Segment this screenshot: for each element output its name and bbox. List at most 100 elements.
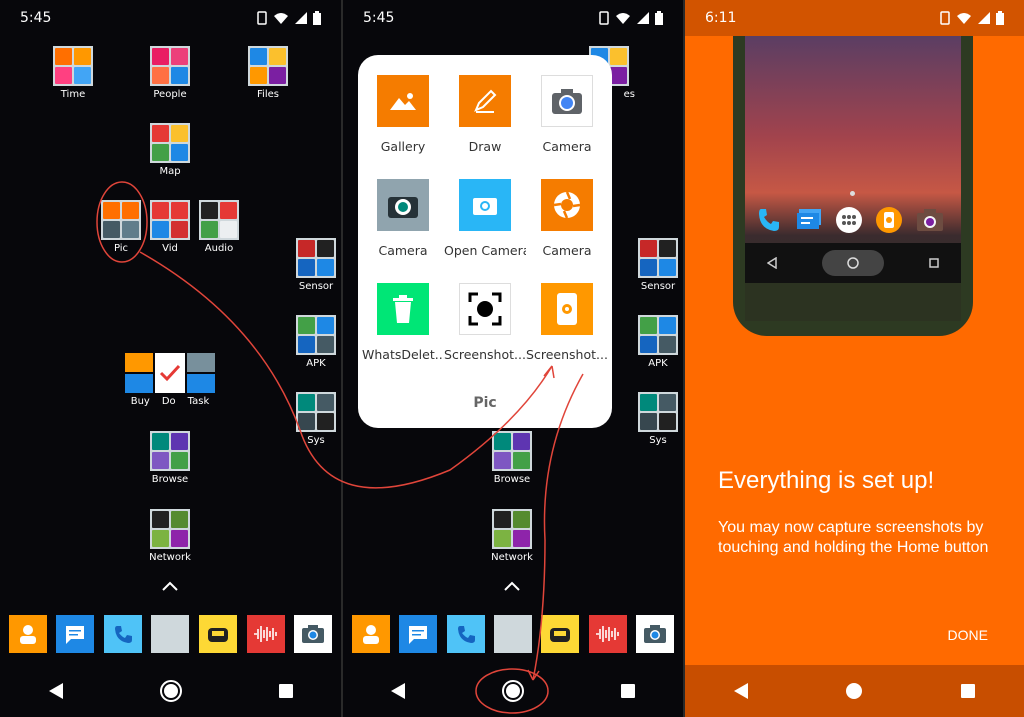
people-folder-tile xyxy=(150,46,190,86)
folder-open-panel: 5:45 es Sensor APK Sys Browse Network Ga… xyxy=(343,0,683,717)
home-button-icon[interactable] xyxy=(159,679,183,703)
camera-app-icon[interactable] xyxy=(636,615,675,653)
sys-folder-tile xyxy=(296,392,336,432)
network-folder[interactable]: Network xyxy=(484,509,540,563)
battery-icon xyxy=(655,11,663,25)
success-title: Everything is set up! xyxy=(718,467,935,494)
navigation-bar xyxy=(343,665,683,717)
sys-folder[interactable]: Sys xyxy=(288,392,341,446)
recorder-app-icon[interactable] xyxy=(246,615,285,653)
app-drawer-chevron-icon[interactable] xyxy=(504,576,520,595)
browse-label: Browse xyxy=(493,474,531,485)
sensor-folder[interactable]: Sensor xyxy=(288,238,341,292)
contacts-app-icon[interactable] xyxy=(8,615,47,653)
dock xyxy=(343,615,683,653)
phone-app-icon[interactable] xyxy=(103,615,142,653)
taxi-app-icon[interactable] xyxy=(199,615,238,653)
trash-icon xyxy=(377,283,429,335)
folder-title[interactable]: Pic xyxy=(358,395,612,411)
signal-icon xyxy=(295,12,307,24)
map-folder[interactable]: Map xyxy=(142,123,198,177)
status-bar: 6:11 xyxy=(685,0,1024,36)
pic-folder-popup: Gallery Draw Camera Camera Open Camera C… xyxy=(358,55,612,428)
recents-button-icon[interactable] xyxy=(620,683,636,699)
camera-label-3: Camera xyxy=(542,243,592,258)
do-label: Do xyxy=(161,396,176,407)
wifi-icon xyxy=(957,13,971,24)
browse-folder[interactable]: Browse xyxy=(142,431,198,485)
back-button-icon[interactable] xyxy=(733,682,749,700)
recents-button-icon[interactable] xyxy=(960,683,976,699)
people-folder[interactable]: People xyxy=(142,46,198,100)
phone-icon xyxy=(257,11,267,25)
whatsdeleted-app[interactable]: WhatsDelet... xyxy=(362,283,444,362)
camera-app-3[interactable]: Camera xyxy=(526,179,608,258)
pic-folder[interactable]: Pic xyxy=(93,200,149,254)
contacts-app-icon[interactable] xyxy=(351,615,390,653)
buy-tile xyxy=(125,353,153,393)
camera-app-icon[interactable] xyxy=(294,615,333,653)
network-folder[interactable]: Network xyxy=(142,509,198,563)
gallery-icon xyxy=(377,75,429,127)
back-button-icon[interactable] xyxy=(390,682,406,700)
taxi-app-icon[interactable] xyxy=(541,615,580,653)
app-drawer-chevron-icon[interactable] xyxy=(162,576,178,595)
home-button-icon[interactable] xyxy=(845,682,863,700)
phone-illustration xyxy=(733,36,973,336)
time-folder[interactable]: Time xyxy=(45,46,101,100)
status-icons xyxy=(599,11,663,25)
social-folder-icon[interactable] xyxy=(151,615,190,653)
browse-label: Browse xyxy=(151,474,189,485)
screenshot-app-2[interactable]: Screenshot... xyxy=(526,283,608,362)
camera-app-2[interactable]: Camera xyxy=(362,179,444,258)
screenshot-app-1[interactable]: Screenshot... xyxy=(444,283,526,362)
gallery-app[interactable]: Gallery xyxy=(362,75,444,154)
vid-folder[interactable]: Vid xyxy=(142,200,198,254)
check-icon xyxy=(159,364,181,382)
browse-folder[interactable]: Browse xyxy=(484,431,540,485)
status-bar: 5:45 xyxy=(343,0,683,36)
sensor-folder[interactable]: Sensor xyxy=(630,238,683,292)
pencil-icon xyxy=(459,75,511,127)
files-label: Files xyxy=(257,89,279,100)
camera-icon xyxy=(917,209,943,231)
apk-folder[interactable]: APK xyxy=(288,315,341,369)
screenshot-frame-icon xyxy=(459,283,511,335)
social-folder-icon[interactable] xyxy=(493,615,532,653)
task-tile xyxy=(187,353,215,393)
recorder-app-icon[interactable] xyxy=(588,615,627,653)
task-label: Task xyxy=(187,396,210,407)
apk-folder-tile xyxy=(296,315,336,355)
network-folder-tile xyxy=(492,509,532,549)
draw-app[interactable]: Draw xyxy=(444,75,526,154)
status-time: 5:45 xyxy=(363,10,395,26)
screenshot-label-2: Screenshot... xyxy=(526,347,608,362)
buy-do-task-widget[interactable]: Buy Do Task xyxy=(118,353,222,407)
apk-folder[interactable]: APK xyxy=(630,315,683,369)
sys-folder[interactable]: Sys xyxy=(630,392,683,446)
messages-app-icon[interactable] xyxy=(399,615,438,653)
home-button-icon[interactable] xyxy=(501,679,525,703)
files-folder[interactable]: Files xyxy=(240,46,296,100)
done-button[interactable]: DONE xyxy=(948,627,988,643)
camera-app-1[interactable]: Camera xyxy=(526,75,608,154)
status-icons xyxy=(257,11,321,25)
back-button-icon[interactable] xyxy=(48,682,64,700)
vid-folder-tile xyxy=(150,200,190,240)
recents-button-icon[interactable] xyxy=(278,683,294,699)
app-drawer-icon xyxy=(836,207,862,233)
sensor-label: Sensor xyxy=(640,281,676,292)
messages-app-icon[interactable] xyxy=(56,615,95,653)
gallery-label: Gallery xyxy=(380,139,426,154)
phone-app-icon[interactable] xyxy=(446,615,485,653)
navigation-bar xyxy=(0,665,341,717)
map-label: Map xyxy=(159,166,181,177)
phone-navbar-illustration xyxy=(745,243,961,283)
audio-folder[interactable]: Audio xyxy=(191,200,247,254)
status-time: 6:11 xyxy=(705,10,737,26)
browse-folder-tile xyxy=(150,431,190,471)
audio-folder-tile xyxy=(199,200,239,240)
aperture-icon xyxy=(541,179,593,231)
open-camera-app[interactable]: Open Camera xyxy=(444,179,526,258)
home-screen-panel: 5:45 Time People Files Map Pic Vid Audio xyxy=(0,0,341,717)
